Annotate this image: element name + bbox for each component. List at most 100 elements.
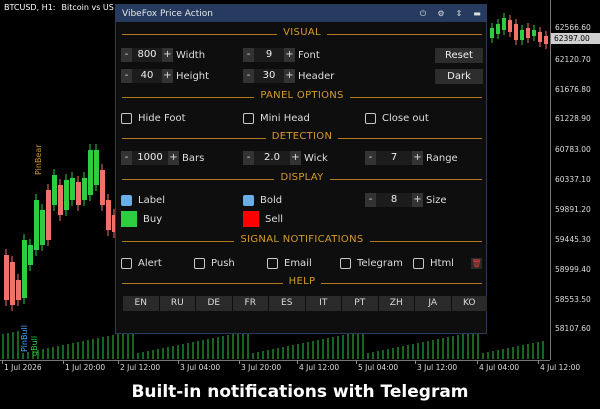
time-tick — [2, 360, 3, 364]
push-checkbox[interactable]: Push — [194, 256, 235, 270]
header-value[interactable]: 30 — [254, 69, 284, 83]
vibefox-panel[interactable]: VibeFox Price Action ⏻ ⚙ ⇕ ▬ VISUAL - 80… — [115, 4, 487, 334]
mini-head-checkbox[interactable]: Mini Head — [243, 111, 310, 125]
language-buttons: EN RU DE FR ES IT PT ZH JA KO — [123, 296, 488, 311]
decrement-button[interactable]: - — [121, 69, 132, 83]
lang-button-es[interactable]: ES — [269, 296, 305, 311]
hide-foot-checkbox[interactable]: Hide Foot — [121, 111, 186, 125]
font-stepper[interactable]: - 9 + Font — [243, 48, 320, 62]
checkbox-box[interactable] — [267, 257, 278, 269]
time-tick — [297, 360, 298, 364]
theme-button[interactable]: Dark — [435, 69, 483, 84]
increment-button[interactable]: + — [162, 48, 173, 62]
time-label: 3 Jul 12:00 — [417, 363, 458, 372]
candle-body — [28, 245, 33, 265]
decrement-button[interactable]: - — [365, 151, 376, 165]
lang-button-ru[interactable]: RU — [159, 296, 195, 311]
lang-button-en[interactable]: EN — [123, 296, 159, 311]
decrement-button[interactable]: - — [121, 48, 132, 62]
range-label: Range — [426, 152, 458, 164]
reset-button[interactable]: Reset — [435, 48, 483, 63]
decrement-button[interactable]: - — [243, 69, 254, 83]
price-axis[interactable]: 62566.60 62397.00 62120.70 61676.80 6122… — [550, 0, 600, 360]
bars-value[interactable]: 1000 — [132, 151, 168, 165]
checkbox-label: Alert — [138, 257, 162, 269]
buy-color-swatch[interactable] — [121, 211, 137, 227]
time-label: 4 Jul 12:00 — [299, 363, 340, 372]
lang-button-zh[interactable]: ZH — [378, 296, 414, 311]
width-stepper[interactable]: - 800 + Width — [121, 48, 205, 62]
checkbox-box[interactable] — [413, 257, 424, 269]
height-value[interactable]: 40 — [132, 69, 162, 83]
minimize-icon[interactable]: ▬ — [468, 9, 486, 18]
decrement-button[interactable]: - — [121, 151, 132, 165]
price-label: 59891.20 — [555, 205, 591, 214]
sell-color-swatch[interactable] — [243, 211, 259, 227]
checkbox-box[interactable] — [243, 112, 254, 124]
close-out-checkbox[interactable]: Close out — [365, 111, 429, 125]
increment-button[interactable]: + — [162, 69, 173, 83]
increment-button[interactable]: + — [284, 69, 295, 83]
checkbox-box[interactable] — [194, 257, 205, 269]
decrement-button[interactable]: - — [243, 151, 254, 165]
panel-titlebar[interactable]: VibeFox Price Action ⏻ ⚙ ⇕ ▬ — [116, 5, 486, 22]
checkbox-box[interactable] — [340, 257, 351, 269]
lang-button-ja[interactable]: JA — [415, 296, 451, 311]
size-value[interactable]: 8 — [376, 193, 412, 207]
lang-button-pt[interactable]: PT — [342, 296, 378, 311]
checkbox-box[interactable] — [121, 257, 132, 269]
candle-body — [16, 280, 21, 300]
font-value[interactable]: 9 — [254, 48, 284, 62]
font-label: Font — [298, 49, 320, 61]
checkbox-box[interactable] — [121, 112, 132, 124]
label-checkbox[interactable]: Label — [121, 193, 165, 207]
lang-button-fr[interactable]: FR — [232, 296, 268, 311]
bold-checkbox[interactable]: Bold — [243, 193, 282, 207]
price-label: 58999.40 — [555, 265, 591, 274]
increment-button[interactable]: + — [284, 48, 295, 62]
time-tick — [415, 360, 416, 364]
html-checkbox[interactable]: Html — [413, 256, 454, 270]
range-value[interactable]: 7 — [376, 151, 412, 165]
email-checkbox[interactable]: Email — [267, 256, 312, 270]
checkbox-box[interactable] — [121, 194, 132, 206]
section-heading: VISUAL — [277, 27, 327, 38]
wick-stepper[interactable]: - 2.0 + Wick — [243, 151, 328, 165]
arrows-icon[interactable]: ⇕ — [450, 9, 468, 18]
checkbox-box[interactable] — [365, 112, 376, 124]
range-stepper[interactable]: - 7 + Range — [365, 151, 458, 165]
price-label: 60783.00 — [555, 145, 591, 154]
lang-button-it[interactable]: IT — [305, 296, 341, 311]
telegram-checkbox[interactable]: Telegram — [340, 256, 403, 270]
candle-body — [94, 150, 99, 185]
alert-checkbox[interactable]: Alert — [121, 256, 162, 270]
increment-button[interactable]: + — [168, 151, 179, 165]
height-stepper[interactable]: - 40 + Height — [121, 69, 209, 83]
time-tick — [239, 360, 240, 364]
size-stepper[interactable]: - 8 + Size — [365, 193, 447, 207]
section-heading: SIGNAL NOTIFICATIONS — [234, 234, 370, 245]
time-axis[interactable]: 1 Jul 2026 1 Jul 20:00 2 Jul 12:00 3 Jul… — [0, 360, 580, 375]
sell-color[interactable]: Sell — [243, 211, 283, 227]
increment-button[interactable]: + — [412, 193, 423, 207]
bars-stepper[interactable]: - 1000 + Bars — [121, 151, 204, 165]
header-label: Header — [298, 70, 335, 82]
lang-button-de[interactable]: DE — [196, 296, 232, 311]
trash-icon[interactable]: 🗑 — [471, 258, 482, 269]
time-tick — [118, 360, 119, 364]
header-stepper[interactable]: - 30 + Header — [243, 69, 334, 83]
checkbox-box[interactable] — [243, 194, 254, 206]
increment-button[interactable]: + — [290, 151, 301, 165]
gear-icon[interactable]: ⚙ — [432, 9, 450, 18]
candle-body — [70, 178, 75, 200]
symbol-description: Bitcoin vs US D — [61, 3, 123, 12]
width-value[interactable]: 800 — [132, 48, 162, 62]
buy-color[interactable]: Buy — [121, 211, 162, 227]
candle-body — [100, 170, 105, 205]
wick-value[interactable]: 2.0 — [254, 151, 290, 165]
decrement-button[interactable]: - — [243, 48, 254, 62]
lang-button-ko[interactable]: KO — [451, 296, 487, 311]
decrement-button[interactable]: - — [365, 193, 376, 207]
increment-button[interactable]: + — [412, 151, 423, 165]
power-icon[interactable]: ⏻ — [414, 9, 432, 19]
